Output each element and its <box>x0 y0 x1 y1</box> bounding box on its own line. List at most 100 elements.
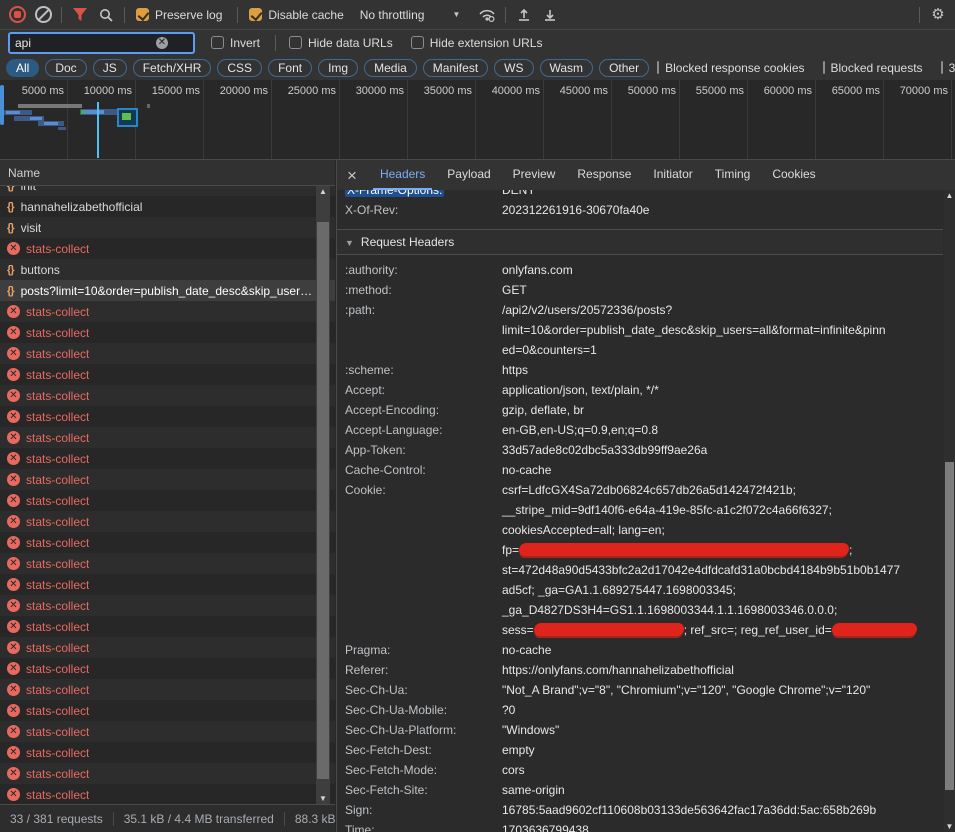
scroll-up-icon[interactable]: ▲ <box>944 191 955 200</box>
request-row[interactable]: ✕stats-collect <box>0 301 335 322</box>
filter-pill-other[interactable]: Other <box>599 59 649 77</box>
details-scrollbar[interactable]: ▲ ▼ <box>944 190 955 832</box>
export-har-button[interactable] <box>537 2 563 28</box>
blocked-response-cookies-label[interactable]: Blocked response cookies <box>665 61 804 75</box>
request-row[interactable]: ✕stats-collect <box>0 700 335 721</box>
request-row[interactable]: ✕stats-collect <box>0 679 335 700</box>
request-row[interactable]: {}buttons <box>0 259 335 280</box>
request-name: stats-collect <box>26 389 89 403</box>
request-row[interactable]: ✕stats-collect <box>0 448 335 469</box>
tab-response[interactable]: Response <box>570 160 638 190</box>
filter-pill-css[interactable]: CSS <box>217 59 262 77</box>
blocked-response-cookies-checkbox[interactable] <box>657 61 659 74</box>
request-row[interactable]: ✕stats-collect <box>0 763 335 784</box>
request-row[interactable]: ✕stats-collect <box>0 616 335 637</box>
request-row[interactable]: {}visit <box>0 217 335 238</box>
error-icon: ✕ <box>7 683 20 696</box>
request-name: stats-collect <box>26 704 89 718</box>
request-row[interactable]: {}init <box>0 186 335 196</box>
hide-extension-urls-checkbox[interactable] <box>411 36 424 49</box>
request-name: stats-collect <box>26 536 89 550</box>
filter-pill-ws[interactable]: WS <box>494 59 533 77</box>
request-row[interactable]: ✕stats-collect <box>0 343 335 364</box>
close-details-icon[interactable]: × <box>347 167 357 184</box>
request-row[interactable]: ✕stats-collect <box>0 427 335 448</box>
request-row[interactable]: ✕stats-collect <box>0 658 335 679</box>
settings-button[interactable]: ⚙ <box>925 2 951 28</box>
error-icon: ✕ <box>7 746 20 759</box>
waterfall-bar <box>44 122 58 125</box>
request-row[interactable]: {}hannahelizabethofficial <box>0 196 335 217</box>
disable-cache-label[interactable]: Disable cache <box>268 8 343 22</box>
tab-payload[interactable]: Payload <box>440 160 497 190</box>
clear-filter-icon[interactable]: ✕ <box>156 37 168 49</box>
throttling-select[interactable]: No throttling ▼ <box>360 8 461 22</box>
request-row[interactable]: ✕stats-collect <box>0 574 335 595</box>
import-har-button[interactable] <box>511 2 537 28</box>
filter-pill-doc[interactable]: Doc <box>45 59 86 77</box>
request-row[interactable]: ✕stats-collect <box>0 784 335 804</box>
blocked-requests-label[interactable]: Blocked requests <box>831 61 923 75</box>
clear-button[interactable] <box>30 2 56 28</box>
preserve-log-label[interactable]: Preserve log <box>155 8 222 22</box>
request-row[interactable]: ✕stats-collect <box>0 553 335 574</box>
network-conditions-button[interactable] <box>474 2 500 28</box>
record-button[interactable] <box>4 2 30 28</box>
request-row[interactable]: ✕stats-collect <box>0 742 335 763</box>
request-headers-section-toggle[interactable]: ▼Request Headers <box>337 229 943 255</box>
invert-checkbox[interactable] <box>211 36 224 49</box>
filter-pill-manifest[interactable]: Manifest <box>423 59 488 77</box>
scrollbar-thumb[interactable] <box>317 222 329 779</box>
timeline-tick-label: 25000 ms <box>272 85 336 97</box>
filter-pill-fetch-xhr[interactable]: Fetch/XHR <box>133 59 212 77</box>
request-row[interactable]: ✕stats-collect <box>0 595 335 616</box>
request-row[interactable]: ✕stats-collect <box>0 364 335 385</box>
request-row[interactable]: ✕stats-collect <box>0 490 335 511</box>
disable-cache-checkbox[interactable] <box>249 8 262 21</box>
json-braces-icon: {} <box>7 264 14 276</box>
request-row[interactable]: ✕stats-collect <box>0 322 335 343</box>
request-row[interactable]: ✕stats-collect <box>0 511 335 532</box>
tab-timing[interactable]: Timing <box>708 160 758 190</box>
name-column-header[interactable]: Name <box>0 160 335 186</box>
search-button[interactable] <box>93 2 119 28</box>
filter-pill-img[interactable]: Img <box>318 59 358 77</box>
error-icon: ✕ <box>7 767 20 780</box>
tab-cookies[interactable]: Cookies <box>765 160 822 190</box>
hide-data-urls-label[interactable]: Hide data URLs <box>308 36 393 50</box>
third-party-requests-checkbox[interactable] <box>941 61 943 74</box>
filter-toggle-button[interactable] <box>67 2 93 28</box>
request-row[interactable]: ✕stats-collect <box>0 385 335 406</box>
request-row[interactable]: ✕stats-collect <box>0 469 335 490</box>
blocked-requests-checkbox[interactable] <box>823 61 825 74</box>
filter-pill-media[interactable]: Media <box>364 59 417 77</box>
header-value-line: st=472d48a90d5433bfc2a2d17042e4dfdcafd31… <box>502 560 917 580</box>
request-row[interactable]: ✕stats-collect <box>0 406 335 427</box>
timeline-tick-label: 50000 ms <box>612 85 676 97</box>
network-overview-timeline[interactable]: 5000 ms10000 ms15000 ms20000 ms25000 ms3… <box>0 80 955 160</box>
hide-data-urls-checkbox[interactable] <box>289 36 302 49</box>
hide-extension-urls-label[interactable]: Hide extension URLs <box>430 36 543 50</box>
request-list-scrollbar[interactable]: ▲ ▼ <box>316 186 330 804</box>
invert-label[interactable]: Invert <box>230 36 260 50</box>
request-row[interactable]: ✕stats-collect <box>0 721 335 742</box>
header-row: Sec-Fetch-Dest:empty <box>337 740 943 760</box>
request-row[interactable]: {}posts?limit=10&order=publish_date_desc… <box>0 280 335 301</box>
request-row[interactable]: ✕stats-collect <box>0 637 335 658</box>
request-row[interactable]: ✕stats-collect <box>0 238 335 259</box>
scroll-down-icon[interactable]: ▼ <box>944 822 955 831</box>
scroll-down-icon[interactable]: ▼ <box>316 794 330 803</box>
tab-initiator[interactable]: Initiator <box>646 160 699 190</box>
filter-pill-all[interactable]: All <box>6 59 39 77</box>
tab-headers[interactable]: Headers <box>373 160 432 190</box>
filter-pill-font[interactable]: Font <box>268 59 312 77</box>
third-party-requests-label[interactable]: 3rd-party requests <box>949 61 955 75</box>
tab-preview[interactable]: Preview <box>506 160 563 190</box>
scrollbar-thumb[interactable] <box>945 462 954 790</box>
header-value-line: same-origin <box>502 780 565 800</box>
preserve-log-checkbox[interactable] <box>136 8 149 21</box>
scroll-up-icon[interactable]: ▲ <box>316 187 330 196</box>
request-row[interactable]: ✕stats-collect <box>0 532 335 553</box>
filter-pill-js[interactable]: JS <box>93 59 127 77</box>
filter-pill-wasm[interactable]: Wasm <box>540 59 594 77</box>
